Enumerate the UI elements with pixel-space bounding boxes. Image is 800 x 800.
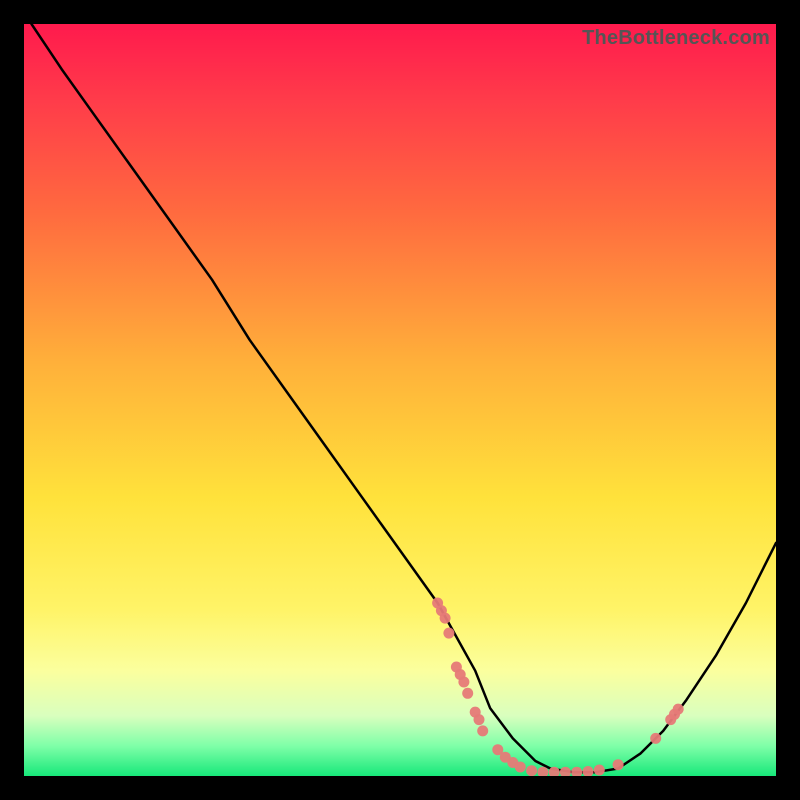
data-point [571, 767, 582, 776]
data-point [673, 704, 684, 715]
plot-area [24, 24, 776, 776]
watermark-text: TheBottleneck.com [582, 27, 770, 50]
data-point [537, 767, 548, 776]
data-point [443, 628, 454, 639]
data-point [526, 765, 537, 776]
data-point [613, 759, 624, 770]
data-point [440, 613, 451, 624]
data-point [594, 765, 605, 776]
data-point [583, 766, 594, 776]
data-point [515, 762, 526, 773]
data-point [458, 677, 469, 688]
data-point [560, 767, 571, 776]
data-point [477, 725, 488, 736]
data-point [462, 688, 473, 699]
chart-frame: TheBottleneck.com [24, 24, 776, 776]
data-point [474, 714, 485, 725]
bottleneck-curve [32, 24, 777, 772]
data-point [650, 733, 661, 744]
chart-svg [24, 24, 776, 776]
